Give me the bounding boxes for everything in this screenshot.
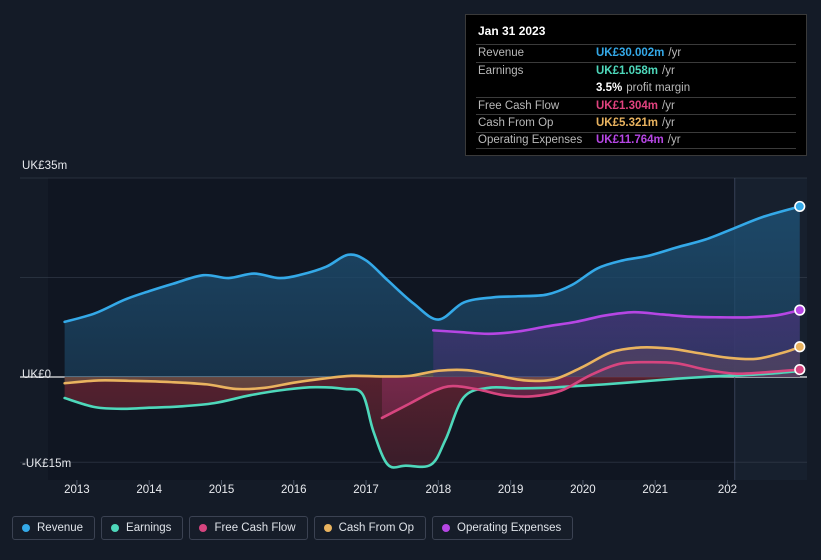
legend-item-label: Cash From Op (338, 522, 415, 534)
x-axis-tick-1: 2014 (136, 484, 162, 496)
x-axis-tick-9: 202 (717, 484, 738, 496)
tooltip-row-value: 3.5% (596, 81, 623, 94)
tooltip-row-value: UK£1.304m (596, 99, 659, 112)
legend-item-cash-from-op[interactable]: Cash From Op (313, 516, 427, 540)
chart-legend: Revenue Earnings Free Cash Flow Cash From O… (12, 516, 574, 540)
legend-color-dot-icon (323, 524, 332, 532)
tooltip-row: 3.5% profit margin (476, 79, 796, 97)
tooltip-row-value: UK£1.058m (596, 64, 659, 77)
endpoint-marker-operating-expenses (794, 304, 806, 316)
tooltip-row: Earnings UK£1.058m/yr (476, 61, 796, 80)
tooltip-row-unit: /yr (668, 47, 682, 60)
tooltip-row-value: UK£5.321m (596, 117, 659, 130)
legend-color-dot-icon (199, 524, 208, 532)
chart-page: UK£35m UK£0 -UK£15m 2013 2014 2015 2016 2017… (0, 0, 821, 560)
legend-color-dot-icon (22, 524, 30, 532)
tooltip-rows: Revenue UK£30.002m/yr Earnings UK£1.058m/yr… (476, 44, 796, 149)
endpoint-marker-revenue (794, 200, 806, 213)
x-axis-tick-6: 2019 (497, 484, 524, 496)
tooltip-row-unit: /yr (667, 134, 681, 147)
tooltip-row-label: Operating Expenses (478, 134, 583, 147)
tooltip-row-label: Earnings (478, 64, 524, 77)
tooltip-row: Cash From Op UK£5.321m/yr (476, 114, 796, 132)
tooltip-date: Jan 31 2023 (478, 24, 546, 38)
tooltip-row-label: Free Cash Flow (478, 99, 560, 112)
endpoint-marker-free-cash-flow (794, 363, 806, 376)
x-axis-tick-3: 2016 (280, 484, 307, 496)
x-axis-tick-4: 2017 (353, 484, 379, 496)
legend-color-dot-icon (442, 524, 451, 532)
x-axis-tick-0: 2013 (64, 484, 90, 496)
x-axis-tick-5: 2018 (425, 484, 452, 496)
legend-item-revenue[interactable]: Revenue (12, 516, 96, 540)
y-axis-label-max: UK£35m (22, 160, 68, 172)
tooltip-row-value: UK£11.764m (596, 134, 664, 147)
tooltip-row: Revenue UK£30.002m/yr (476, 44, 796, 62)
legend-item-label: Earnings (126, 522, 172, 534)
tooltip-row-unit: /yr (662, 99, 675, 112)
x-axis-tick-2: 2015 (208, 484, 235, 496)
x-axis-tick-8: 2021 (642, 484, 668, 496)
tooltip-row-unit: profit margin (626, 81, 691, 94)
tooltip-row-unit: /yr (662, 117, 675, 130)
tooltip-row-value: UK£30.002m (596, 47, 665, 60)
tooltip-row: Operating Expenses UK£11.764m/yr (476, 131, 796, 149)
y-axis-label-min: -UK£15m (22, 458, 72, 470)
tooltip-row: Free Cash Flow UK£1.304m/yr (476, 96, 796, 115)
legend-item-free-cash-flow[interactable]: Free Cash Flow (189, 516, 308, 540)
tooltip-row-label: Cash From Op (478, 117, 554, 130)
tooltip-row-label: Revenue (478, 47, 525, 60)
legend-item-label: Revenue (37, 522, 84, 534)
legend-item-operating-expenses[interactable]: Operating Expenses (432, 516, 574, 540)
legend-item-label: Operating Expenses (457, 522, 562, 534)
endpoint-marker-cash-from-op (794, 341, 806, 353)
y-axis-label-zero: UK£0 (22, 369, 52, 381)
data-tooltip: Jan 31 2023 Revenue UK£30.002m/yr Earnings… (465, 14, 807, 156)
legend-item-earnings[interactable]: Earnings (101, 516, 184, 540)
tooltip-row-unit: /yr (662, 64, 675, 77)
legend-item-label: Free Cash Flow (214, 522, 296, 534)
x-axis-tick-7: 2020 (570, 484, 596, 496)
legend-color-dot-icon (111, 524, 120, 532)
